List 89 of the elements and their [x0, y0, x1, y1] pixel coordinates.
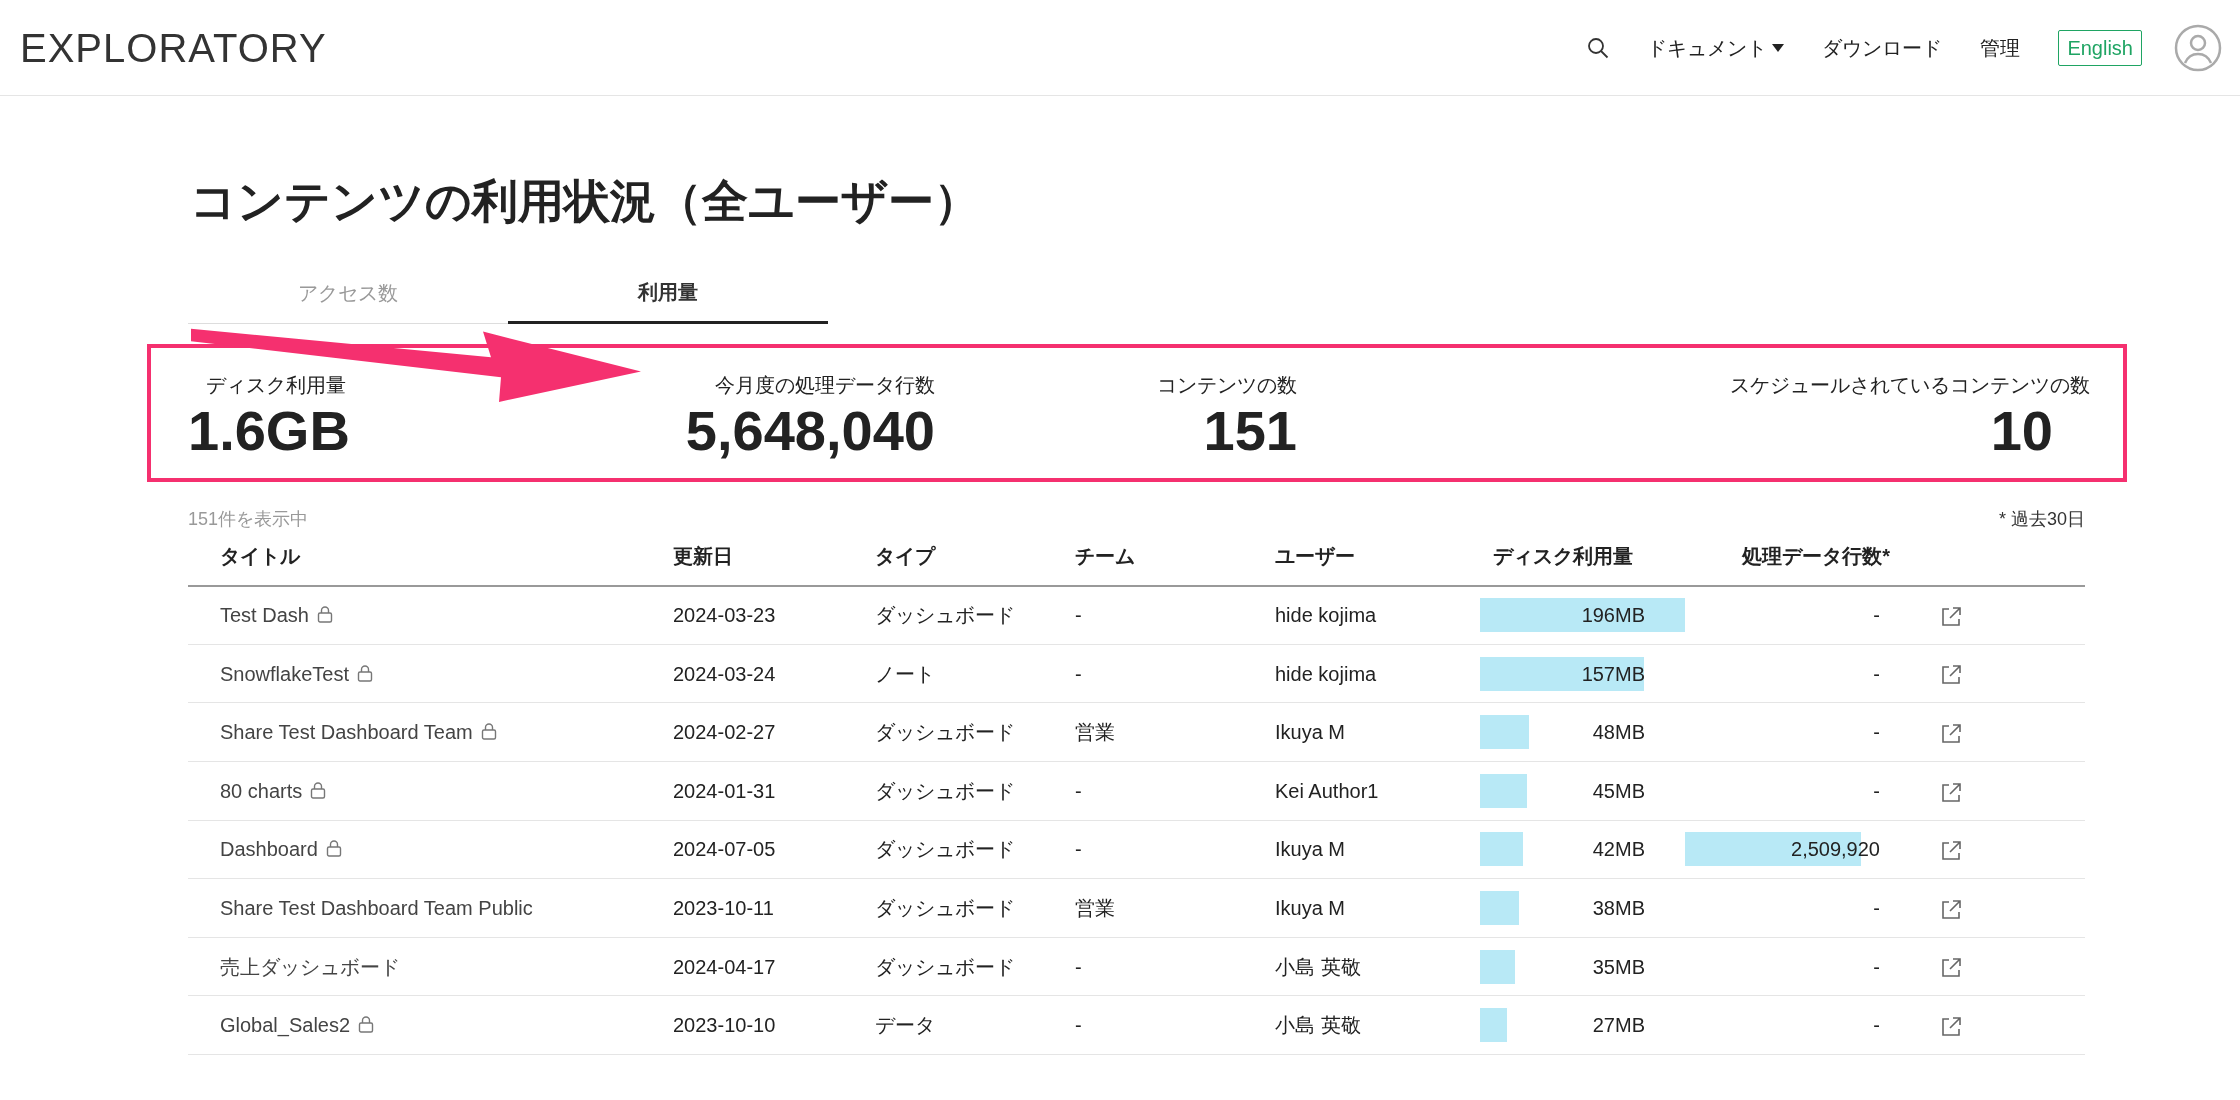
- stat-value: 1.6GB: [188, 400, 351, 462]
- column-header[interactable]: タイプ: [875, 544, 935, 567]
- external-link-icon[interactable]: [1940, 606, 1962, 629]
- table-cell: -: [1873, 779, 1880, 802]
- table-cell: -: [1075, 955, 1082, 978]
- stat-label: スケジュールされているコンテンツの数: [1729, 373, 2090, 399]
- content-title-link[interactable]: Share Test Dashboard Team Public: [220, 897, 533, 920]
- caret-icon: [1772, 43, 1785, 52]
- table-cell: 2024-01-31: [673, 779, 776, 802]
- external-link-icon[interactable]: [1940, 723, 1962, 745]
- table-cell: -: [1873, 1014, 1880, 1037]
- table-cell: 2024-07-05: [673, 838, 776, 861]
- content-title-link[interactable]: 80 charts: [220, 779, 303, 802]
- table-cell: -: [1075, 662, 1082, 685]
- nav-link[interactable]: ダウンロード: [1822, 32, 1943, 63]
- table-cell: 小島 英敬: [1275, 955, 1361, 978]
- table-cell: データ: [875, 1014, 935, 1037]
- table-cell: 2024-04-17: [673, 955, 776, 978]
- table-cell: -: [1873, 604, 1880, 627]
- table-cell: 42MB: [1592, 838, 1645, 861]
- table-cell: 157MB: [1581, 662, 1645, 685]
- table-cell: 35MB: [1592, 955, 1645, 978]
- table-cell: 営業: [1075, 721, 1115, 744]
- table-cell: 38MB: [1592, 897, 1645, 920]
- table-cell: 2023-10-11: [673, 897, 774, 920]
- result-count: 151件を表示中: [188, 507, 309, 531]
- table-cell: -: [1873, 662, 1880, 685]
- table-cell: -: [1075, 779, 1082, 802]
- stat-label: ディスク利用量: [205, 373, 347, 399]
- table-cell: ノート: [875, 662, 935, 685]
- table-cell: -: [1075, 604, 1082, 627]
- table-cell: hide kojima: [1275, 604, 1377, 627]
- content-title-link[interactable]: Global_Sales2: [220, 1014, 351, 1037]
- content-title-link[interactable]: Dashboard: [220, 838, 318, 861]
- logo[interactable]: EXPLORATORY: [20, 17, 327, 78]
- content-title-link[interactable]: Test Dash: [220, 604, 309, 627]
- external-link-icon[interactable]: [1940, 898, 1962, 921]
- page-title: コンテンツの利用状況（全ユーザー）: [190, 174, 981, 229]
- table-cell: Kei Author1: [1275, 779, 1379, 802]
- table-cell: 2024-03-23: [673, 604, 776, 627]
- table-cell: 2,509,920: [1791, 838, 1880, 861]
- table-cell: -: [1873, 897, 1880, 920]
- table-cell: 小島 英敬: [1275, 1014, 1361, 1037]
- table-cell: ダッシュボード: [875, 897, 1015, 920]
- column-header[interactable]: 処理データ行数*: [1742, 544, 1890, 567]
- column-header[interactable]: チーム: [1075, 544, 1135, 567]
- content-title-link[interactable]: Share Test Dashboard Team: [220, 721, 473, 744]
- table-cell: 2023-10-10: [673, 1014, 776, 1037]
- table-cell: -: [1873, 955, 1880, 978]
- nav-link[interactable]: 管理: [1980, 32, 2021, 63]
- table-cell: 45MB: [1592, 779, 1645, 802]
- stat-value: 5,648,040: [684, 400, 935, 462]
- table-cell: 2024-03-24: [673, 662, 776, 685]
- table-cell: 営業: [1075, 897, 1115, 920]
- search-icon[interactable]: [1586, 36, 1609, 59]
- column-header[interactable]: タイトル: [220, 544, 300, 567]
- table-cell: 196MB: [1581, 604, 1645, 627]
- external-link-icon[interactable]: [1940, 840, 1962, 863]
- table-cell: ダッシュボード: [875, 604, 1015, 627]
- stat-label: 今月度の処理データ行数: [714, 373, 935, 399]
- table-cell: -: [1075, 1014, 1082, 1037]
- table-cell: -: [1075, 838, 1082, 861]
- table-cell: ダッシュボード: [875, 721, 1015, 744]
- content-title-link[interactable]: SnowflakeTest: [220, 662, 349, 685]
- table-cell: -: [1873, 721, 1880, 744]
- stat-value: 10: [1989, 400, 2054, 462]
- table-cell: Ikuya M: [1275, 897, 1346, 920]
- column-header[interactable]: ディスク利用量: [1492, 544, 1633, 567]
- column-header[interactable]: 更新日: [673, 544, 733, 567]
- footnote: * 過去30日: [1998, 507, 2085, 531]
- content-title-link[interactable]: 売上ダッシュボード: [220, 955, 400, 978]
- tab[interactable]: 利用量: [508, 267, 828, 325]
- nav-link[interactable]: ドキュメント: [1646, 32, 1785, 63]
- table-cell: ダッシュボード: [875, 955, 1015, 978]
- external-link-icon[interactable]: [1940, 664, 1962, 687]
- table-cell: Ikuya M: [1275, 721, 1346, 744]
- table-cell: 2024-02-27: [673, 721, 776, 744]
- table-cell: ダッシュボード: [875, 838, 1015, 861]
- stat-value: 151: [1202, 400, 1297, 462]
- table-cell: Ikuya M: [1275, 838, 1346, 861]
- external-link-icon[interactable]: [1940, 781, 1962, 804]
- table-cell: hide kojima: [1275, 662, 1377, 685]
- external-link-icon[interactable]: [1940, 1015, 1962, 1038]
- external-link-icon[interactable]: [1940, 957, 1962, 980]
- table-cell: 27MB: [1592, 1014, 1645, 1037]
- table-cell: 48MB: [1592, 721, 1645, 744]
- stat-label: コンテンツの数: [1156, 373, 1297, 399]
- table-cell: ダッシュボード: [875, 779, 1015, 802]
- column-header[interactable]: ユーザー: [1275, 544, 1355, 567]
